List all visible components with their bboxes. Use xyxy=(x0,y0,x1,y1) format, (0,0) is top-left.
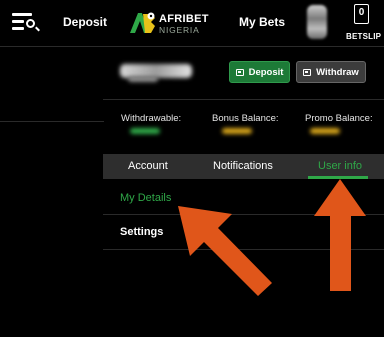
arrow-to-user-info xyxy=(314,179,366,291)
arrow-to-my-details xyxy=(178,206,272,296)
annotation-arrows xyxy=(178,179,366,296)
